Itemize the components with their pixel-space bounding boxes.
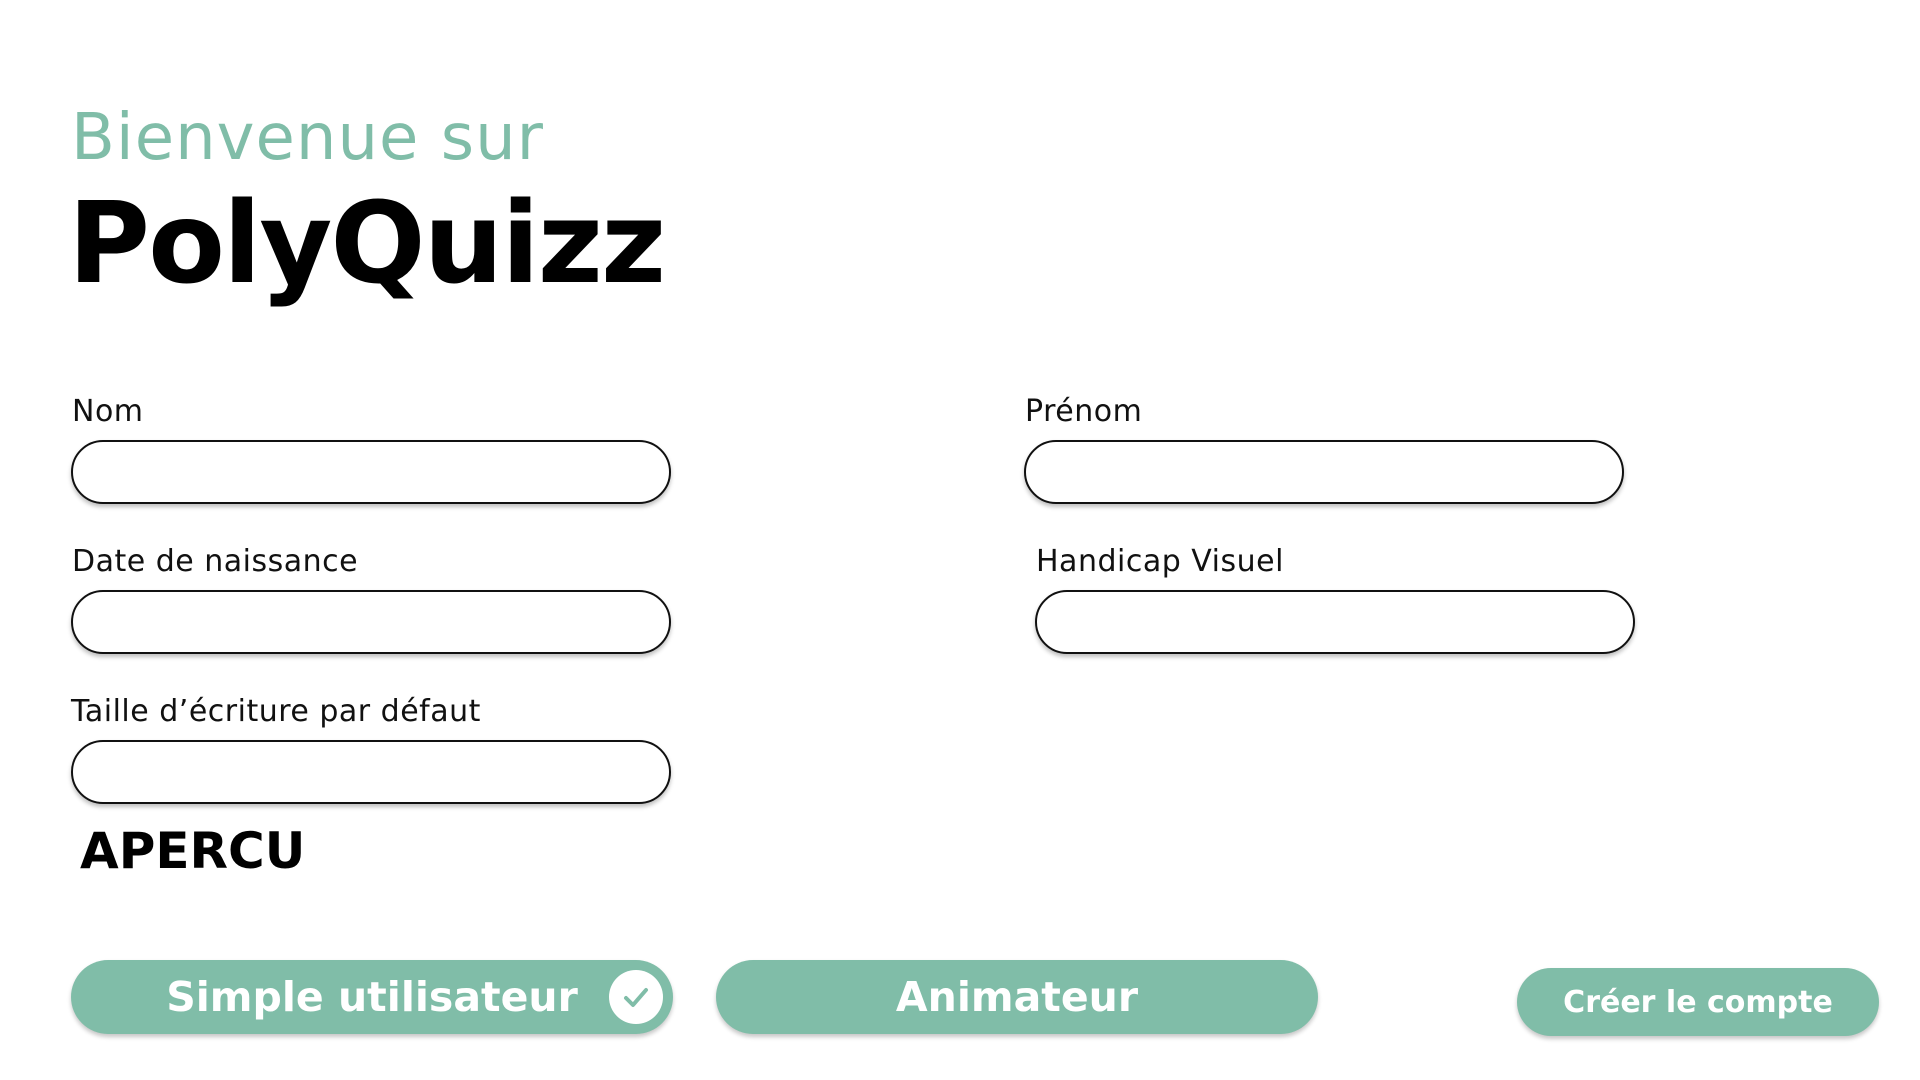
nom-field[interactable] [71,440,671,504]
animator-button[interactable]: Animateur [716,960,1318,1034]
taille-ecriture-label: Taille d’écriture par défaut [71,694,481,729]
preview-label: APERCU [80,822,306,880]
taille-ecriture-field[interactable] [71,740,671,804]
prenom-field[interactable] [1024,440,1624,504]
date-naissance-field[interactable] [71,590,671,654]
signup-page: Bienvenue sur PolyQuizz Nom Prénom Date … [0,0,1920,1080]
check-icon [609,970,663,1024]
prenom-label: Prénom [1025,394,1143,429]
date-naissance-label: Date de naissance [72,544,359,579]
animator-label: Animateur [895,973,1139,1021]
nom-label: Nom [72,394,144,429]
handicap-visuel-field[interactable] [1035,590,1635,654]
simple-user-button[interactable]: Simple utilisateur [71,960,673,1034]
simple-user-label: Simple utilisateur [166,973,578,1021]
create-account-button[interactable]: Créer le compte [1517,968,1879,1036]
app-title: PolyQuizz [68,179,666,309]
handicap-visuel-label: Handicap Visuel [1036,544,1284,579]
welcome-text: Bienvenue sur [71,101,544,175]
